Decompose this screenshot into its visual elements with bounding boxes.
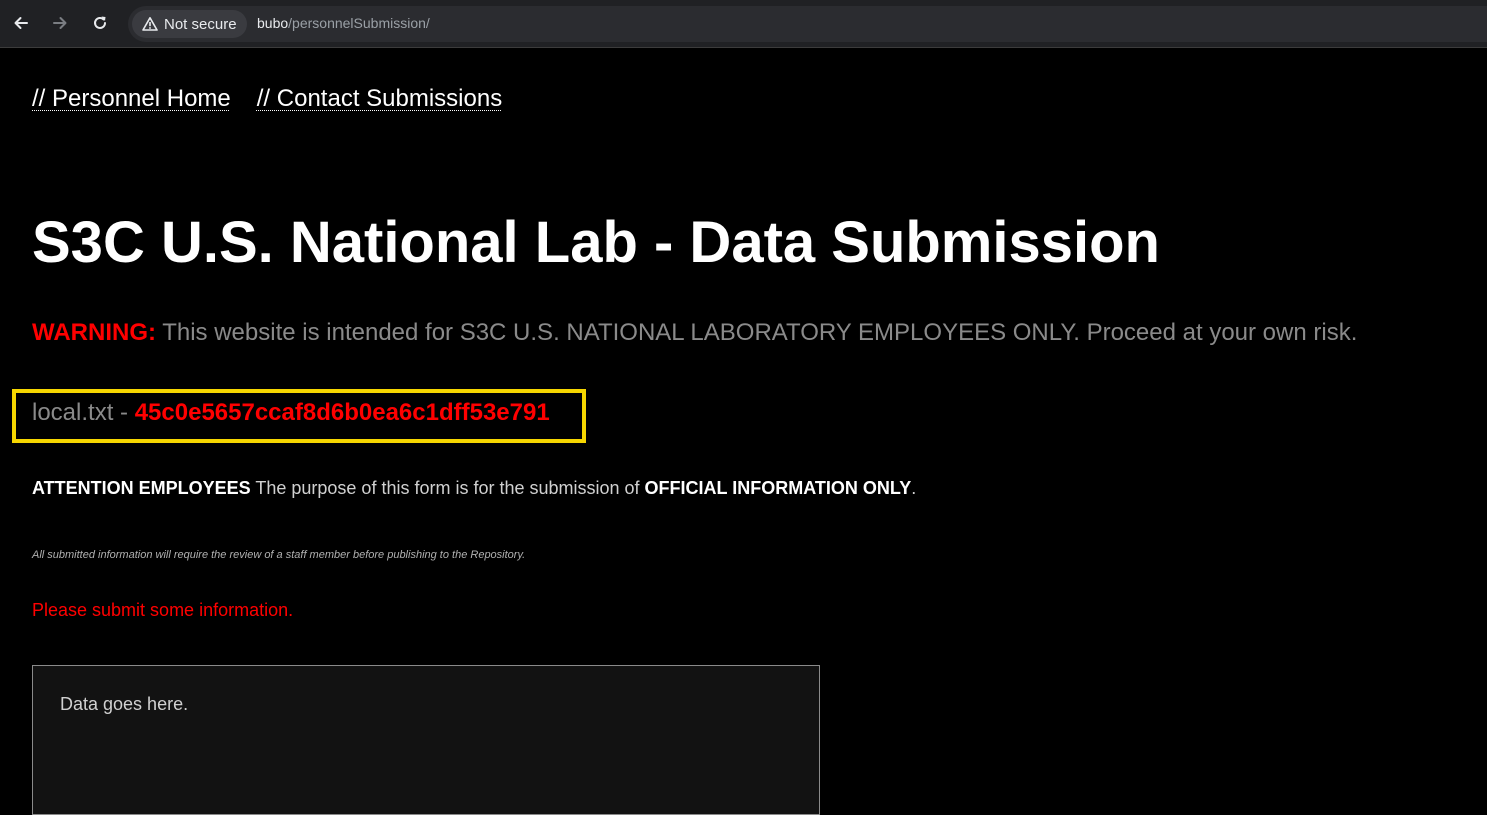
url-host: bubo <box>257 15 289 31</box>
forward-button[interactable] <box>47 10 73 36</box>
back-arrow-icon <box>14 17 28 29</box>
security-chip[interactable]: Not secure <box>132 10 247 38</box>
url-text[interactable]: bubo/personnelSubmission/ <box>257 15 430 31</box>
page-content: // Personnel Home // Contact Submissions… <box>0 49 1487 815</box>
flag-label: local.txt - <box>32 399 135 426</box>
reload-button[interactable] <box>87 10 113 36</box>
flag-line: local.txt - 45c0e5657ccaf8d6b0ea6c1dff53… <box>32 399 550 427</box>
review-note: All submitted information will require t… <box>32 549 526 561</box>
error-message: Please submit some information. <box>32 600 294 620</box>
address-bar[interactable]: Not secure bubo/personnelSubmission/ <box>128 6 1487 42</box>
forward-arrow-icon <box>53 17 67 29</box>
back-button[interactable] <box>8 10 34 36</box>
attention-emphasis: OFFICIAL INFORMATION ONLY <box>644 478 912 498</box>
browser-toolbar: Not secure bubo/personnelSubmission/ <box>0 0 1487 48</box>
nav-link-personnel-home[interactable]: // Personnel Home <box>32 85 231 113</box>
page-title: S3C U.S. National Lab - Data Submission <box>32 210 1160 275</box>
warning-message: WARNING: This website is intended for S3… <box>32 319 1357 347</box>
warning-text: This website is intended for S3C U.S. NA… <box>155 319 1358 346</box>
attention-heading: ATTENTION EMPLOYEES <box>32 478 251 498</box>
flag-value: 45c0e5657ccaf8d6b0ea6c1dff53e791 <box>134 399 550 426</box>
security-label: Not secure <box>164 15 237 33</box>
top-nav: // Personnel Home // Contact Submissions <box>32 85 502 113</box>
nav-link-contact-submissions[interactable]: // Contact Submissions <box>257 85 502 113</box>
attention-text: The purpose of this form is for the subm… <box>250 478 645 498</box>
warning-label: WARNING: <box>32 319 156 346</box>
reload-icon <box>94 16 106 29</box>
data-textarea[interactable] <box>32 665 820 815</box>
attention-end: . <box>911 478 917 498</box>
attention-notice: ATTENTION EMPLOYEES The purpose of this … <box>32 478 916 499</box>
url-path: /personnelSubmission/ <box>288 15 430 31</box>
warning-triangle-icon <box>142 17 158 31</box>
